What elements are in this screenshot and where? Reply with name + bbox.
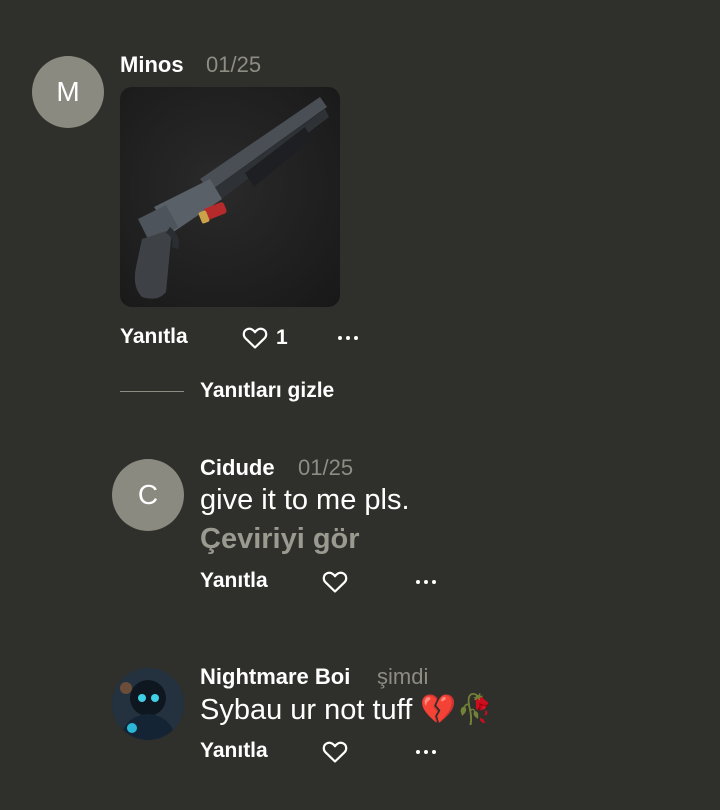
divider-line — [120, 391, 184, 392]
avatar[interactable]: M — [32, 56, 104, 128]
user-avatar-image — [112, 668, 184, 740]
like-button[interactable] — [322, 570, 348, 594]
avatar[interactable] — [112, 668, 184, 740]
reply-button[interactable]: Yanıtla — [200, 569, 268, 593]
comment-image-shotgun[interactable] — [120, 87, 340, 307]
comment-text: Sybau ur not tuff 💔🥀 — [200, 694, 493, 726]
shotgun-image — [134, 97, 329, 299]
like-button[interactable] — [322, 740, 348, 764]
heart-outline-icon — [242, 327, 268, 349]
avatar-initial: M — [56, 76, 80, 107]
more-options-button[interactable] — [338, 328, 358, 348]
more-horizontal-icon — [416, 750, 420, 754]
comment-timestamp: şimdi — [377, 664, 429, 689]
more-options-button[interactable] — [416, 742, 436, 762]
more-options-button[interactable] — [416, 572, 436, 592]
more-horizontal-icon — [416, 580, 420, 584]
comment-timestamp: 01/25 — [206, 52, 262, 77]
heart-outline-icon — [322, 741, 348, 763]
heart-outline-icon — [322, 571, 348, 593]
comment-text: give it to me pls. — [200, 484, 410, 516]
avatar[interactable]: C — [112, 459, 184, 531]
see-translation-button[interactable]: Çeviriyi gör — [200, 523, 360, 556]
comment-username[interactable]: Cidude — [200, 455, 275, 481]
hide-replies-button[interactable]: Yanıtları gizle — [200, 379, 334, 403]
more-horizontal-icon — [338, 336, 342, 340]
like-count: 1 — [276, 326, 288, 349]
reply-button[interactable]: Yanıtla — [120, 325, 188, 349]
avatar-initial: C — [137, 479, 159, 510]
comment-username[interactable]: Minos — [120, 52, 184, 78]
comment-username[interactable]: Nightmare Boi — [200, 664, 350, 690]
reply-button[interactable]: Yanıtla — [200, 739, 268, 763]
like-button[interactable]: 1 — [242, 326, 288, 350]
comment-timestamp: 01/25 — [298, 455, 354, 480]
